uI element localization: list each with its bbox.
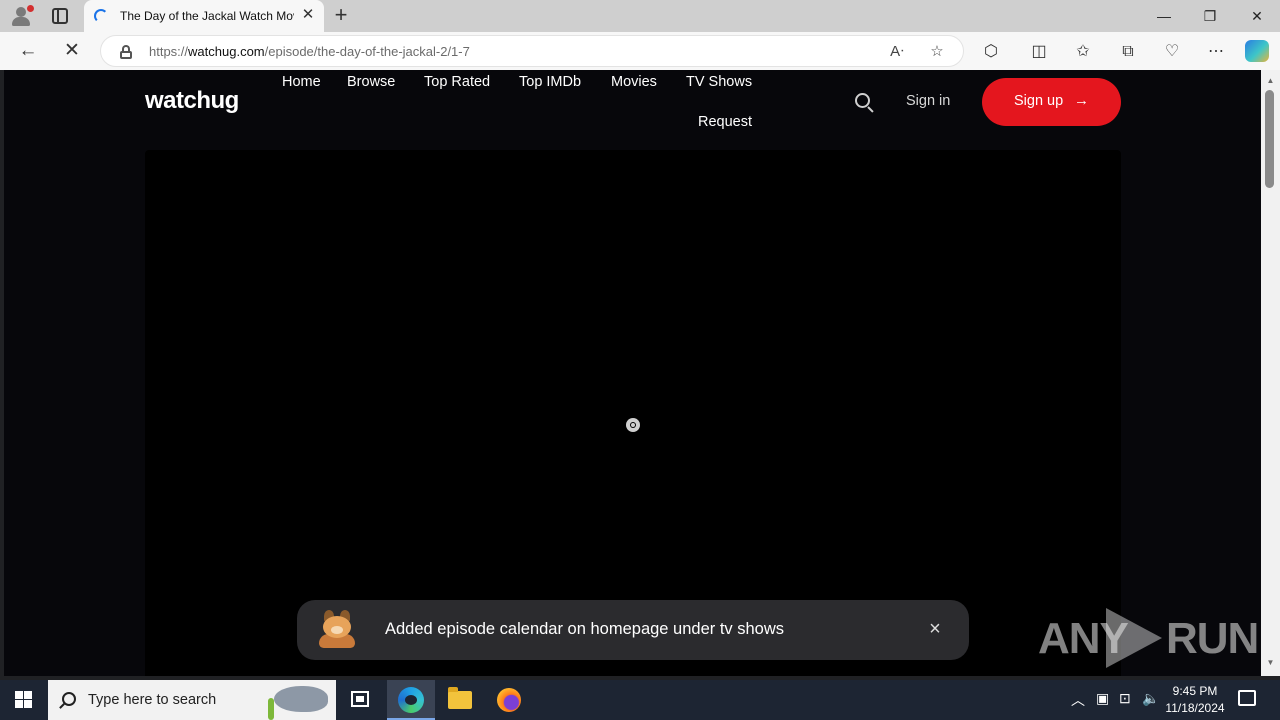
new-tab-icon[interactable]: + xyxy=(331,4,351,26)
lock-icon[interactable] xyxy=(120,45,132,59)
windows-start-icon[interactable] xyxy=(0,680,48,720)
search-icon[interactable] xyxy=(855,93,874,113)
file-explorer-icon[interactable] xyxy=(448,687,472,709)
scroll-down-icon[interactable]: ▼ xyxy=(1265,658,1276,667)
browser-essentials-icon[interactable]: ♡ xyxy=(1161,41,1183,63)
taskbar-search-placeholder: Type here to search xyxy=(88,692,217,708)
tray-chevron-icon[interactable]: ︿ xyxy=(1071,690,1085,710)
taskbar-clock[interactable]: 9:45 PM 11/18/2024 xyxy=(1160,683,1230,717)
split-screen-icon[interactable]: ◫ xyxy=(1028,41,1050,63)
address-url[interactable]: https://watchug.com/episode/the-day-of-t… xyxy=(149,44,470,59)
site-logo[interactable]: watchug xyxy=(145,87,239,115)
favorite-star-icon[interactable]: ☆ xyxy=(927,42,947,62)
browser-toolbar: ← ✕ https://watchug.com/episode/the-day-… xyxy=(0,32,1280,70)
video-player[interactable] xyxy=(145,150,1121,676)
volume-icon[interactable]: 🔈 xyxy=(1142,690,1159,707)
edge-icon[interactable] xyxy=(398,687,424,713)
restore-icon[interactable]: ❐ xyxy=(1200,6,1220,26)
search-magnifier-icon xyxy=(62,692,76,706)
windows-taskbar: Type here to search ︿ ▣ ⊡ 🔈 9:45 PM 11/1… xyxy=(0,680,1280,720)
nav-tv-shows[interactable]: TV Shows xyxy=(686,74,752,90)
taskbar-search[interactable]: Type here to search xyxy=(48,680,336,720)
mascot-icon xyxy=(315,610,359,650)
announcement-toast: Added episode calendar on homepage under… xyxy=(297,600,969,660)
back-icon[interactable]: ← xyxy=(17,40,39,62)
player-loader-icon xyxy=(626,418,640,432)
address-bar[interactable]: https://watchug.com/episode/the-day-of-t… xyxy=(100,35,964,67)
toast-message: Added episode calendar on homepage under… xyxy=(385,620,785,638)
arrow-right-icon: → xyxy=(1074,92,1089,109)
clock-date: 11/18/2024 xyxy=(1165,701,1225,715)
close-window-icon[interactable]: ✕ xyxy=(1247,6,1267,26)
signup-button[interactable]: Sign up → xyxy=(982,78,1121,126)
firefox-icon[interactable] xyxy=(497,688,521,712)
nav-browse[interactable]: Browse xyxy=(347,74,395,90)
browser-tab-bar: The Day of the Jackal Watch Movie ✕ + — … xyxy=(0,0,1280,32)
minimize-icon[interactable]: — xyxy=(1154,6,1174,26)
nav-home[interactable]: Home xyxy=(282,74,321,90)
profile-icon[interactable] xyxy=(8,4,36,28)
nav-request[interactable]: Request xyxy=(698,114,752,130)
loading-spinner-icon xyxy=(94,9,108,23)
signin-link[interactable]: Sign in xyxy=(906,93,950,109)
read-aloud-icon[interactable]: Aᐧ xyxy=(887,42,907,62)
copilot-icon[interactable] xyxy=(1245,40,1269,62)
close-tab-icon[interactable]: ✕ xyxy=(300,7,316,23)
search-highlight-manatee-icon xyxy=(274,686,328,712)
nav-top-imdb[interactable]: Top IMDb xyxy=(519,74,581,90)
tab-actions-icon[interactable] xyxy=(52,8,68,24)
network-icon[interactable]: ⊡ xyxy=(1119,690,1131,707)
close-icon[interactable]: × xyxy=(925,619,945,639)
browser-tab[interactable]: The Day of the Jackal Watch Movie ✕ xyxy=(84,0,324,32)
clock-time: 9:45 PM xyxy=(1172,684,1218,698)
collections-icon[interactable]: ⧉ xyxy=(1117,41,1139,63)
page-scrollbar[interactable]: ▲ ▼ xyxy=(1261,70,1280,676)
meet-now-icon[interactable]: ▣ xyxy=(1096,690,1109,707)
search-highlight-plant-icon xyxy=(268,698,274,720)
more-icon[interactable]: ⋯ xyxy=(1205,41,1227,63)
nav-movies[interactable]: Movies xyxy=(611,74,657,90)
scrollbar-thumb[interactable] xyxy=(1265,90,1274,188)
scroll-up-icon[interactable]: ▲ xyxy=(1265,76,1276,85)
extensions-icon[interactable]: ⬡ xyxy=(980,41,1002,63)
tab-title: The Day of the Jackal Watch Movie xyxy=(120,9,294,23)
favorites-icon[interactable]: ✩ xyxy=(1072,41,1094,63)
notification-icon[interactable] xyxy=(1238,690,1256,706)
page-viewport: watchug Home Browse Top Rated Top IMDb M… xyxy=(4,70,1261,676)
task-view-icon[interactable] xyxy=(351,691,369,707)
signup-label: Sign up xyxy=(1014,93,1064,109)
play-triangle-icon xyxy=(1106,608,1162,668)
nav-top-rated[interactable]: Top Rated xyxy=(424,74,490,90)
stop-icon[interactable]: ✕ xyxy=(61,40,83,62)
